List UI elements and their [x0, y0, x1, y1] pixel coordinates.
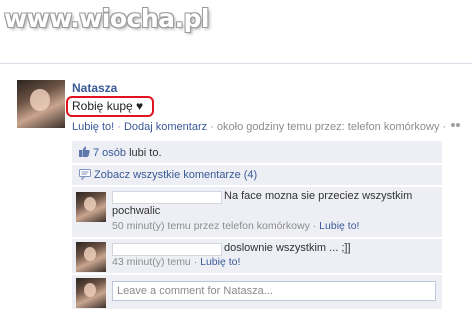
like-link[interactable]: Lubię to! [72, 121, 114, 133]
separator: · [207, 121, 217, 133]
likes-summary: 7 osób lubi to. [93, 147, 162, 159]
comment-time: 50 minut(y) temu przez telefon komórkowy [112, 220, 310, 232]
feedback-section: 7 osób lubi to. Zobacz wszystkie komenta… [72, 137, 442, 309]
view-all-comments-row[interactable]: Zobacz wszystkie komentarze (4) [72, 165, 442, 185]
comment-time: 43 minut(y) temu [112, 256, 191, 268]
likes-suffix: lubi to. [126, 147, 162, 159]
redacted-commenter-name [112, 191, 222, 204]
thumbs-up-icon [79, 146, 90, 157]
comment-item: doslownie wszystkim ... ;]] 43 minut(y) … [72, 239, 442, 273]
commenter-avatar[interactable] [76, 242, 106, 272]
comment-item: Na face mozna sie przeciez wszystkim poc… [72, 187, 442, 237]
post-time: około godziny temu przez: telefon komórk… [216, 121, 440, 133]
separator: · [190, 256, 201, 268]
comment-text: doslownie wszystkim ... ;]] [224, 242, 351, 254]
comment-text-continued: pochwalic [112, 205, 161, 217]
status-text: Robię kupę ♥ [72, 99, 144, 113]
comment-text: Na face mozna sie przeciez wszystkim [224, 190, 413, 202]
redacted-commenter-name [112, 243, 222, 256]
divider [0, 63, 472, 64]
comment-input[interactable] [112, 281, 436, 301]
likes-row: 7 osób lubi to. [72, 141, 442, 163]
post-actions: Lubię to! · Dodaj komentarz · około godz… [72, 121, 461, 133]
author-avatar[interactable] [17, 80, 65, 128]
add-comment-link[interactable]: Dodaj komentarz [124, 121, 207, 133]
comment-bubble-icon [79, 169, 91, 180]
separator: · [439, 121, 450, 133]
separator: · [114, 121, 124, 133]
comment-meta: 43 minut(y) temu · Lubię to! [112, 256, 240, 268]
view-all-comments-link[interactable]: Zobacz wszystkie komentarze (4) [94, 169, 257, 181]
comment-like-link[interactable]: Lubię to! [200, 256, 240, 268]
separator: · [309, 220, 320, 232]
comment-meta: 50 minut(y) temu przez telefon komórkowy… [112, 220, 359, 232]
watermark: www.wiocha.pl [4, 4, 209, 33]
commenter-avatar[interactable] [76, 192, 106, 222]
current-user-avatar [76, 278, 106, 308]
author-name-link[interactable]: Natasza [72, 81, 117, 95]
likes-count-link[interactable]: 7 osób [93, 147, 126, 159]
comment-input-row [72, 275, 442, 309]
comment-like-link[interactable]: Lubię to! [319, 220, 359, 232]
privacy-friends-icon[interactable] [451, 123, 461, 131]
